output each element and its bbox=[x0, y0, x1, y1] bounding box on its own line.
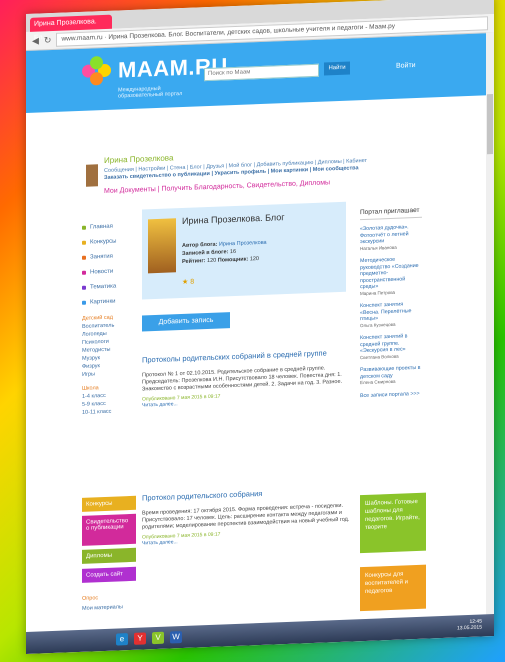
nav-link[interactable]: 10-11 класс bbox=[82, 408, 122, 418]
create-site-button[interactable]: Создать сайт bbox=[82, 566, 136, 583]
likes[interactable]: ★ 8 bbox=[182, 278, 194, 286]
green-bullet-icon bbox=[82, 225, 86, 230]
purple-bullet-icon bbox=[82, 285, 86, 290]
browser-window: Ирина Прозелкова. Бл... ◀ ↻ www.maam.ru … bbox=[26, 0, 494, 655]
contests-promo-box[interactable]: Конкурсы для воспитателей и педагогов bbox=[360, 564, 426, 612]
blog-title: Ирина Прозелкова. Блог bbox=[182, 212, 285, 227]
pink-bullet-icon bbox=[82, 270, 86, 275]
blog-post: Протоколы родительских собраний в средне… bbox=[142, 347, 354, 408]
right-column-heading: Портал приглашает bbox=[360, 206, 422, 221]
user-avatar bbox=[148, 218, 176, 274]
author-link[interactable]: Ирина Прозелкова bbox=[219, 240, 267, 248]
certificate-button[interactable]: Свидетельство о публикации bbox=[82, 513, 136, 546]
poll-link[interactable]: Опрос bbox=[82, 595, 98, 604]
user-name[interactable]: Ирина Прозелкова bbox=[104, 153, 173, 165]
my-materials-link[interactable]: Мои материалы bbox=[82, 604, 123, 614]
yandex-taskbar-icon[interactable]: Y bbox=[134, 632, 146, 645]
ie-taskbar-icon[interactable]: e bbox=[116, 633, 128, 646]
nav-item-news[interactable]: Новости bbox=[82, 263, 122, 280]
featured-link[interactable]: Развивающие проекты в детском саду Елена … bbox=[360, 365, 422, 387]
left-nav: Главная Конкурсы Занятия Новости Тематик… bbox=[82, 218, 122, 418]
featured-link[interactable]: Конспект занятия «Весна. Перелётные птиц… bbox=[360, 301, 422, 329]
blog-post: Протокол родительского собрания Время пр… bbox=[142, 485, 354, 547]
all-posts-link[interactable]: Все записи портала >>> bbox=[360, 390, 422, 399]
featured-link[interactable]: Методическое руководство «Создание предм… bbox=[360, 256, 422, 297]
user-panel: Ирина Прозелкова Сообщения | Настройки |… bbox=[86, 143, 386, 195]
contests-button[interactable]: Конкурсы bbox=[82, 495, 136, 512]
orange-bullet-icon bbox=[82, 255, 86, 260]
nav-item-lessons[interactable]: Занятия bbox=[82, 248, 122, 265]
blog-info: Автор блога: Ирина Прозелкова Записей в … bbox=[182, 239, 267, 266]
right-column: Портал приглашает «Золотая дудочка». Фот… bbox=[360, 206, 422, 399]
blog-profile-card: Ирина Прозелкова. Блог Автор блога: Ирин… bbox=[142, 201, 346, 300]
taskbar-clock[interactable]: 12:45 13.05.2015 bbox=[457, 618, 482, 631]
diplomas-button[interactable]: Дипломы bbox=[82, 547, 136, 564]
post-title[interactable]: Протоколы родительских собраний в средне… bbox=[142, 347, 354, 364]
user-docs-link[interactable]: Мои Документы | Получить Благодарность, … bbox=[104, 179, 330, 195]
post-title[interactable]: Протокол родительского собрания bbox=[142, 485, 354, 503]
flower-logo-icon bbox=[82, 56, 112, 87]
yellow-bullet-icon bbox=[82, 240, 86, 245]
back-button[interactable]: ◀ bbox=[32, 35, 39, 46]
user-avatar-small[interactable] bbox=[86, 164, 98, 187]
featured-link[interactable]: Конспект занятий в средней группе. «Экск… bbox=[360, 333, 422, 361]
vertical-scrollbar[interactable] bbox=[486, 32, 494, 633]
add-entry-button[interactable]: Добавить запись bbox=[142, 312, 230, 332]
nav-item-home[interactable]: Главная bbox=[82, 218, 122, 235]
scrollbar-thumb[interactable] bbox=[487, 94, 493, 155]
reload-button[interactable]: ↻ bbox=[44, 35, 52, 46]
word-taskbar-icon[interactable]: W bbox=[170, 631, 182, 644]
blue-bullet-icon bbox=[82, 300, 86, 305]
templates-promo-box[interactable]: Шаблоны. Готовые шаблоны для педагогов. … bbox=[360, 492, 426, 554]
logo-tagline: Международный образовательный портал bbox=[118, 85, 183, 100]
login-link[interactable]: Войти bbox=[396, 62, 416, 70]
viber-taskbar-icon[interactable]: V bbox=[152, 631, 164, 645]
nav-item-contests[interactable]: Конкурсы bbox=[82, 233, 122, 250]
nav-item-topics[interactable]: Тематика bbox=[82, 278, 122, 295]
nav-item-pictures[interactable]: Картинки bbox=[82, 293, 122, 310]
featured-link[interactable]: «Золотая дудочка». Фотоотчёт о летней эк… bbox=[360, 224, 422, 252]
search-button[interactable]: Найти bbox=[324, 61, 350, 76]
